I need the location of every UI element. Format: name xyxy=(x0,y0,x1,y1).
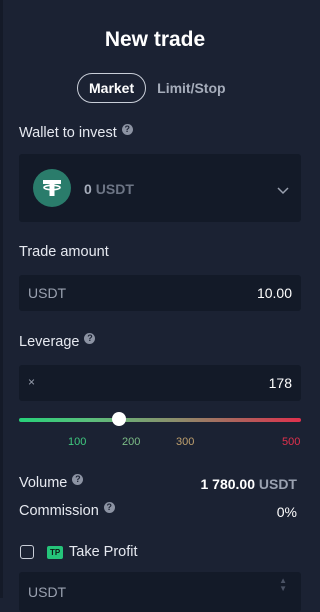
leverage-slider-track[interactable] xyxy=(19,418,301,422)
stepper-icon[interactable]: ▲ ▼ xyxy=(279,577,287,593)
tick-200[interactable]: 200 xyxy=(122,436,140,448)
commission-label: Commission xyxy=(19,503,99,519)
leverage-label-row: Leverage ? xyxy=(19,332,96,350)
leverage-slider-handle[interactable] xyxy=(112,412,127,426)
wallet-select[interactable]: 0 USDT xyxy=(19,154,301,222)
trade-amount-label: Trade amount xyxy=(19,244,109,260)
tab-market[interactable]: Market xyxy=(77,73,147,103)
wallet-label: Wallet to invest xyxy=(19,125,117,141)
take-profit-input[interactable]: USDT ▲ ▼ xyxy=(19,572,301,612)
volume-value: 1 780.00 xyxy=(200,476,255,492)
leverage-input[interactable]: × 178 xyxy=(19,365,301,401)
chevron-down-icon[interactable] xyxy=(277,182,289,200)
multiply-icon: × xyxy=(28,375,36,389)
volume-value-row: 1 780.00 USDT xyxy=(200,476,297,492)
help-icon[interactable]: ? xyxy=(84,332,96,344)
leverage-value[interactable]: 178 xyxy=(269,375,292,391)
trade-amount-currency: USDT xyxy=(28,285,67,301)
volume-label-row: Volume ? xyxy=(19,473,84,491)
help-icon[interactable]: ? xyxy=(103,501,115,513)
leverage-label: Leverage xyxy=(19,334,80,350)
tick-100[interactable]: 100 xyxy=(68,436,86,448)
tick-300[interactable]: 300 xyxy=(176,436,194,448)
volume-label: Volume xyxy=(19,475,68,491)
commission-label-row: Commission ? xyxy=(19,501,115,519)
wallet-amount: 0 xyxy=(84,181,92,197)
new-trade-panel: New trade Market Limit/Stop Wallet to in… xyxy=(3,0,307,612)
tab-limit-stop[interactable]: Limit/Stop xyxy=(157,80,225,96)
order-type-tabs: Market Limit/Stop xyxy=(77,73,226,103)
trade-amount-value[interactable]: 10.00 xyxy=(257,285,292,301)
wallet-label-row: Wallet to invest ? xyxy=(19,123,133,141)
help-icon[interactable]: ? xyxy=(72,473,84,485)
help-icon[interactable]: ? xyxy=(121,123,133,135)
tick-500[interactable]: 500 xyxy=(282,436,300,448)
panel-title: New trade xyxy=(104,28,206,51)
wallet-balance: 0 USDT xyxy=(84,181,134,197)
trade-amount-input[interactable]: USDT 10.00 xyxy=(19,275,301,311)
commission-value: 0% xyxy=(276,504,297,520)
wallet-currency: USDT xyxy=(95,181,134,197)
volume-currency: USDT xyxy=(258,476,297,492)
tp-badge: TP xyxy=(47,546,64,559)
take-profit-checkbox[interactable] xyxy=(20,545,34,559)
tether-icon xyxy=(33,169,71,207)
take-profit-label[interactable]: Take Profit xyxy=(69,544,138,560)
trade-amount-label-row: Trade amount xyxy=(19,244,109,260)
